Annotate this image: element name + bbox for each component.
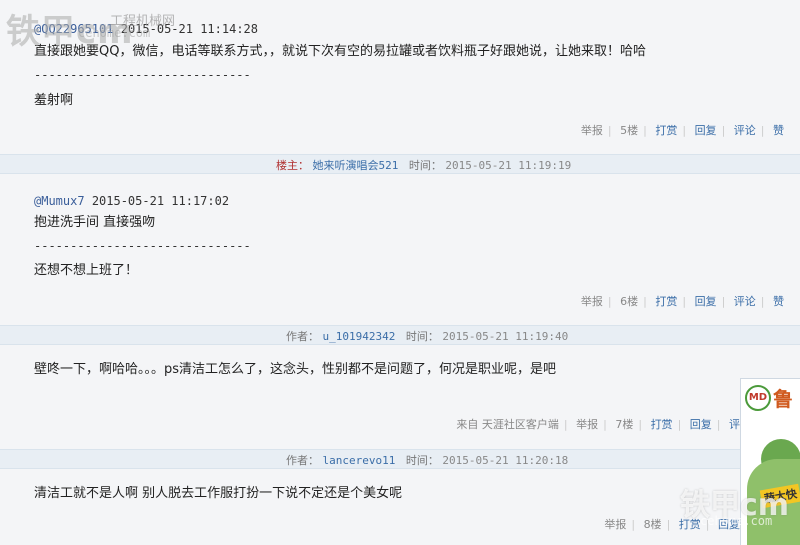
comment-link[interactable]: 评论	[734, 124, 756, 137]
author-link[interactable]: lancerevo11	[323, 454, 396, 467]
reply-text: 壁咚一下，啊哈哈。。。ps清洁工怎么了，这念头，性别都不是问题了，何况是职业呢，…	[34, 362, 557, 377]
floor-number: 8楼	[643, 518, 662, 531]
report-link[interactable]: 举报	[581, 295, 603, 308]
report-link[interactable]: 举报	[581, 124, 603, 137]
time-label: 时间：	[408, 159, 442, 172]
ad-logo: MD	[745, 385, 771, 411]
time-label: 时间：	[405, 454, 439, 467]
quote-separator: ------------------------------	[34, 68, 251, 82]
post-floor-8: 清洁工就不是人啊 别人脱去工作服打扮一下说不定还是个美女呢 举报 | 8楼 | 打赏…	[0, 471, 800, 544]
reply-text: 清洁工就不是人啊 别人脱去工作服打扮一下说不定还是个美女呢	[34, 486, 403, 501]
quote-text: 直接跟她要QQ，微信，电话等联系方式，，就说下次有空的易拉罐或者饮料瓶子好跟她说…	[34, 44, 646, 59]
source-label: 来自 天涯社区客户端	[456, 418, 559, 431]
post-time: 2015-05-21 11:19:19	[445, 159, 572, 172]
like-link[interactable]: 赞	[773, 124, 784, 137]
quote-separator: ------------------------------	[34, 239, 251, 253]
post-time: 2015-05-21 11:20:18	[442, 454, 569, 467]
post-actions: 举报 | 5楼 | 打赏 | 回复 | 评论 | 赞	[580, 124, 784, 137]
tip-link[interactable]: 打赏	[655, 124, 677, 137]
author-link[interactable]: 她来听演唱会521	[313, 159, 399, 172]
quote-time: 2015-05-21 11:14:28	[120, 22, 258, 36]
post-floor-5: @QQ22965101 2015-05-21 11:14:28 直接跟她要QQ，…	[0, 0, 800, 152]
quote-user-link[interactable]: @Mumux7	[34, 194, 85, 208]
comment-link[interactable]: 评论	[734, 295, 756, 308]
like-link[interactable]: 赞	[773, 295, 784, 308]
reply-link[interactable]: 回复	[695, 124, 717, 137]
post-header: 作者： u_101942342 时间： 2015-05-21 11:19:40	[0, 325, 800, 345]
quote-meta: @QQ22965101 2015-05-21 11:14:28	[34, 22, 258, 36]
author-link[interactable]: u_101942342	[323, 330, 396, 343]
reply-link[interactable]: 回复	[695, 295, 717, 308]
post-time: 2015-05-21 11:19:40	[442, 330, 569, 343]
quote-meta: @Mumux7 2015-05-21 11:17:02	[34, 194, 229, 208]
time-label: 时间：	[405, 330, 439, 343]
ad-title: 鲁	[773, 387, 793, 411]
author-role: 作者：	[286, 330, 319, 343]
tip-link[interactable]: 打赏	[679, 518, 701, 531]
post-actions: 举报 | 6楼 | 打赏 | 回复 | 评论 | 赞	[580, 295, 784, 308]
reply-text: 还想不想上班了！	[34, 263, 139, 278]
author-role: 楼主：	[276, 159, 309, 172]
report-link[interactable]: 举报	[576, 418, 598, 431]
floor-number: 5楼	[620, 124, 639, 137]
post-floor-7: 壁咚一下，啊哈哈。。。ps清洁工怎么了，这念头，性别都不是问题了，何况是职业呢，…	[0, 347, 800, 443]
reply-text: 羞射啊	[34, 93, 74, 108]
quote-time: 2015-05-21 11:17:02	[91, 194, 230, 208]
post-header: 作者： lancerevo11 时间： 2015-05-21 11:20:18	[0, 449, 800, 469]
post-actions: 来自 天涯社区客户端 | 举报 | 7楼 | 打赏 | 回复 | 评	[456, 418, 740, 431]
post-floor-6: @Mumux7 2015-05-21 11:17:02 抱进洗手间 直接强吻 -…	[0, 176, 800, 322]
tip-link[interactable]: 打赏	[655, 295, 677, 308]
corner-watermark-url: cehome.com	[700, 514, 773, 528]
floor-number: 7楼	[615, 418, 634, 431]
quote-text: 抱进洗手间 直接强吻	[34, 215, 156, 230]
post-header: 楼主： 她来听演唱会521 时间： 2015-05-21 11:19:19	[0, 154, 800, 174]
tip-link[interactable]: 打赏	[651, 418, 673, 431]
quote-user-link[interactable]: @QQ22965101	[34, 22, 113, 36]
floor-number: 6楼	[620, 295, 639, 308]
reply-link[interactable]: 回复	[690, 418, 712, 431]
comment-link[interactable]: 评	[729, 418, 740, 431]
report-link[interactable]: 举报	[604, 518, 626, 531]
author-role: 作者：	[286, 454, 319, 467]
